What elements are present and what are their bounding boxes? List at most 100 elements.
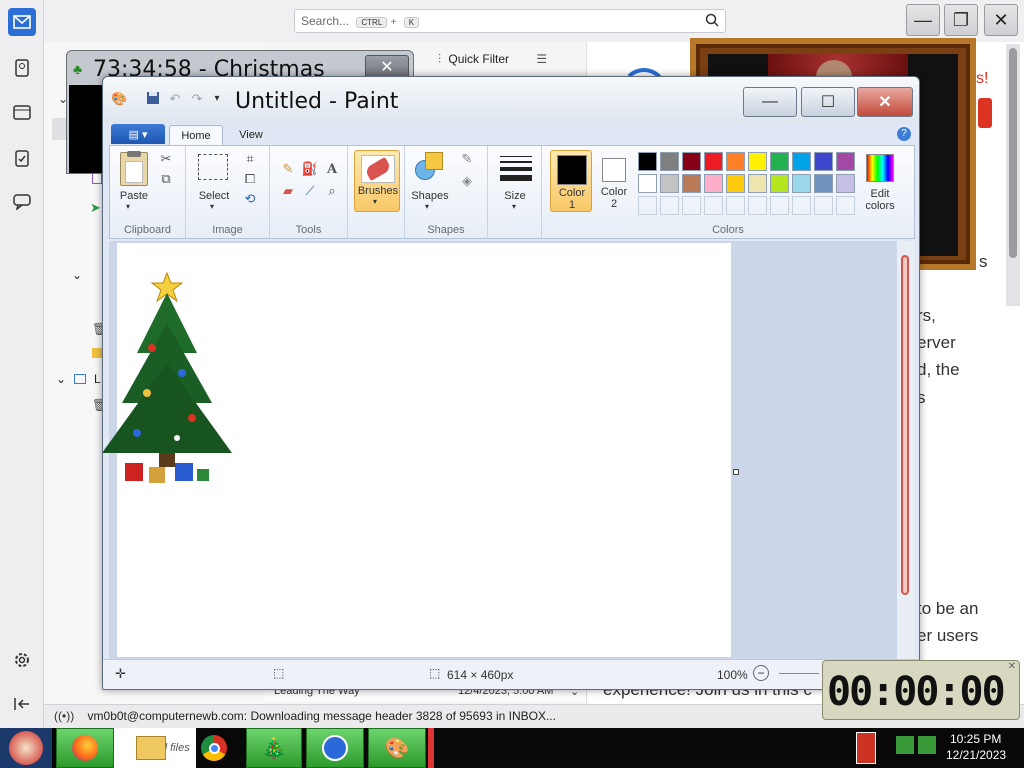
file-menu-button[interactable]: ▤ ▾ bbox=[111, 124, 165, 144]
search-input[interactable]: Search... CTRL + K bbox=[294, 9, 726, 33]
shapes-dropdown-icon[interactable]: ▾ bbox=[425, 202, 429, 211]
canvas-scrollbar[interactable] bbox=[897, 241, 915, 659]
timer-widget[interactable]: 00:00:00 ✕ bbox=[822, 660, 1020, 720]
rotate-icon[interactable]: ⟲ bbox=[240, 190, 260, 208]
paint-maximize-button[interactable]: ☐ bbox=[801, 87, 855, 117]
palette-swatch[interactable] bbox=[638, 174, 657, 193]
palette-empty-slot[interactable] bbox=[726, 196, 745, 215]
magnifier-icon[interactable]: ⌕ bbox=[322, 182, 342, 200]
paint-titlebar[interactable]: 🎨 ↶ ↷ ▾ Untitled - Paint — ☐ ✕ bbox=[103, 77, 919, 123]
canvas-resize-handle[interactable] bbox=[733, 469, 739, 475]
palette-empty-slot[interactable] bbox=[770, 196, 789, 215]
edit-colors-button[interactable]: Edit colors bbox=[852, 150, 908, 212]
taskbar-folder[interactable]: gra d files bbox=[114, 728, 196, 768]
collapse-sidebar-icon[interactable] bbox=[8, 690, 36, 718]
local-folders-icon[interactable] bbox=[74, 374, 86, 384]
palette-swatch[interactable] bbox=[660, 152, 679, 171]
paint-app-icon[interactable]: 🎨 bbox=[111, 91, 127, 107]
cut-icon[interactable]: ✂ bbox=[156, 150, 176, 168]
eraser-icon[interactable]: ▰ bbox=[278, 182, 298, 200]
shapes-icon[interactable] bbox=[415, 152, 445, 184]
tb-minimize-button[interactable]: — bbox=[906, 4, 940, 36]
pencil-icon[interactable]: ✎ bbox=[278, 160, 298, 178]
undo-icon[interactable]: ↶ bbox=[167, 91, 183, 107]
tb-close-button[interactable]: ✕ bbox=[984, 4, 1018, 36]
palette-swatch[interactable] bbox=[660, 174, 679, 193]
palette-swatch[interactable] bbox=[704, 152, 723, 171]
color-picker-icon[interactable]: ⟋ bbox=[300, 182, 320, 200]
paste-dropdown-icon[interactable]: ▾ bbox=[126, 202, 130, 211]
start-button[interactable] bbox=[0, 728, 52, 768]
preview-scrollbar-thumb[interactable] bbox=[1009, 48, 1017, 258]
copy-icon[interactable]: ⧉ bbox=[156, 170, 176, 188]
save-icon[interactable] bbox=[145, 91, 161, 107]
fill-icon[interactable]: ⛽ bbox=[300, 160, 320, 178]
paste-icon[interactable] bbox=[120, 151, 148, 186]
taskbar-christmas-clock[interactable]: 🎄 bbox=[246, 728, 302, 768]
clock-time[interactable]: 10:25 PM bbox=[950, 732, 1001, 746]
address-book-icon[interactable] bbox=[8, 54, 36, 82]
calendar-icon[interactable] bbox=[8, 98, 36, 126]
tasks-icon[interactable] bbox=[8, 144, 36, 172]
select-icon[interactable] bbox=[198, 154, 228, 180]
palette-empty-slot[interactable] bbox=[814, 196, 833, 215]
settings-gear-icon[interactable] bbox=[8, 646, 36, 674]
palette-swatch[interactable] bbox=[748, 152, 767, 171]
chat-icon[interactable] bbox=[8, 188, 36, 216]
palette-swatch[interactable] bbox=[814, 174, 833, 193]
chevron-down-icon-3[interactable]: ⌄ bbox=[56, 372, 66, 386]
palette-swatch[interactable] bbox=[682, 152, 701, 171]
palette-empty-slot[interactable] bbox=[704, 196, 723, 215]
shapes-label[interactable]: Shapes bbox=[407, 190, 453, 202]
chevron-down-icon-2[interactable]: ⌄ bbox=[72, 268, 82, 282]
crop-icon[interactable]: ⌗ bbox=[240, 150, 260, 168]
paste-label[interactable]: Paste bbox=[116, 190, 152, 202]
clock-date[interactable]: 12/21/2023 bbox=[946, 748, 1006, 762]
palette-swatch[interactable] bbox=[682, 174, 701, 193]
paint-window[interactable]: 🎨 ↶ ↷ ▾ Untitled - Paint — ☐ ✕ ▤ ▾ Home … bbox=[102, 76, 920, 690]
help-icon[interactable]: ? bbox=[897, 127, 911, 141]
resize-icon[interactable]: ⧠ bbox=[240, 170, 260, 188]
color2-button[interactable]: Color 2 bbox=[594, 150, 634, 212]
palette-swatch[interactable] bbox=[726, 152, 745, 171]
palette-empty-slot[interactable] bbox=[792, 196, 811, 215]
palette-swatch[interactable] bbox=[638, 152, 657, 171]
select-dropdown-icon[interactable]: ▾ bbox=[210, 202, 214, 211]
outline-icon[interactable]: ✎ bbox=[457, 150, 477, 168]
customize-qa-icon[interactable]: ▾ bbox=[209, 91, 225, 107]
preview-scrollbar[interactable] bbox=[1006, 44, 1020, 306]
tab-home[interactable]: Home bbox=[169, 125, 223, 145]
taskbar-paint[interactable]: 🎨 bbox=[368, 728, 426, 768]
size-icon[interactable] bbox=[500, 156, 532, 181]
paint-minimize-button[interactable]: — bbox=[743, 87, 797, 117]
zoom-out-button[interactable]: − bbox=[753, 665, 769, 681]
select-label[interactable]: Select bbox=[192, 190, 236, 202]
red-button[interactable] bbox=[978, 98, 992, 128]
palette-empty-slot[interactable] bbox=[682, 196, 701, 215]
quick-filter-button[interactable]: ⫶ Quick Filter ☰ bbox=[438, 52, 547, 67]
drawing-canvas[interactable] bbox=[103, 243, 731, 657]
redo-icon[interactable]: ↷ bbox=[189, 91, 205, 107]
tb-restore-button[interactable]: ❐ bbox=[944, 4, 978, 36]
network-icon[interactable] bbox=[896, 736, 914, 754]
palette-swatch[interactable] bbox=[748, 174, 767, 193]
palette-empty-slot[interactable] bbox=[748, 196, 767, 215]
tray-flag-icon[interactable] bbox=[856, 732, 876, 764]
size-label[interactable]: Size bbox=[488, 190, 542, 202]
brushes-button[interactable]: Brushes ▾ bbox=[354, 150, 400, 212]
canvas-scrollbar-thumb[interactable] bbox=[901, 255, 909, 595]
paint-close-button[interactable]: ✕ bbox=[857, 87, 913, 117]
palette-swatch[interactable] bbox=[704, 174, 723, 193]
size-dropdown-icon[interactable]: ▾ bbox=[512, 202, 516, 211]
zoom-slider[interactable] bbox=[779, 673, 819, 674]
mail-icon[interactable] bbox=[8, 8, 36, 36]
palette-swatch[interactable] bbox=[770, 174, 789, 193]
color1-button[interactable]: Color 1 bbox=[550, 150, 592, 212]
palette-swatch[interactable] bbox=[726, 174, 745, 193]
text-icon[interactable]: A bbox=[322, 160, 342, 178]
taskbar-chrome[interactable] bbox=[196, 728, 232, 768]
list-options-icon[interactable]: ☰ bbox=[536, 52, 547, 66]
palette-swatch[interactable] bbox=[792, 174, 811, 193]
palette-swatch[interactable] bbox=[770, 152, 789, 171]
shape-fill-icon[interactable]: ◈ bbox=[457, 172, 477, 190]
